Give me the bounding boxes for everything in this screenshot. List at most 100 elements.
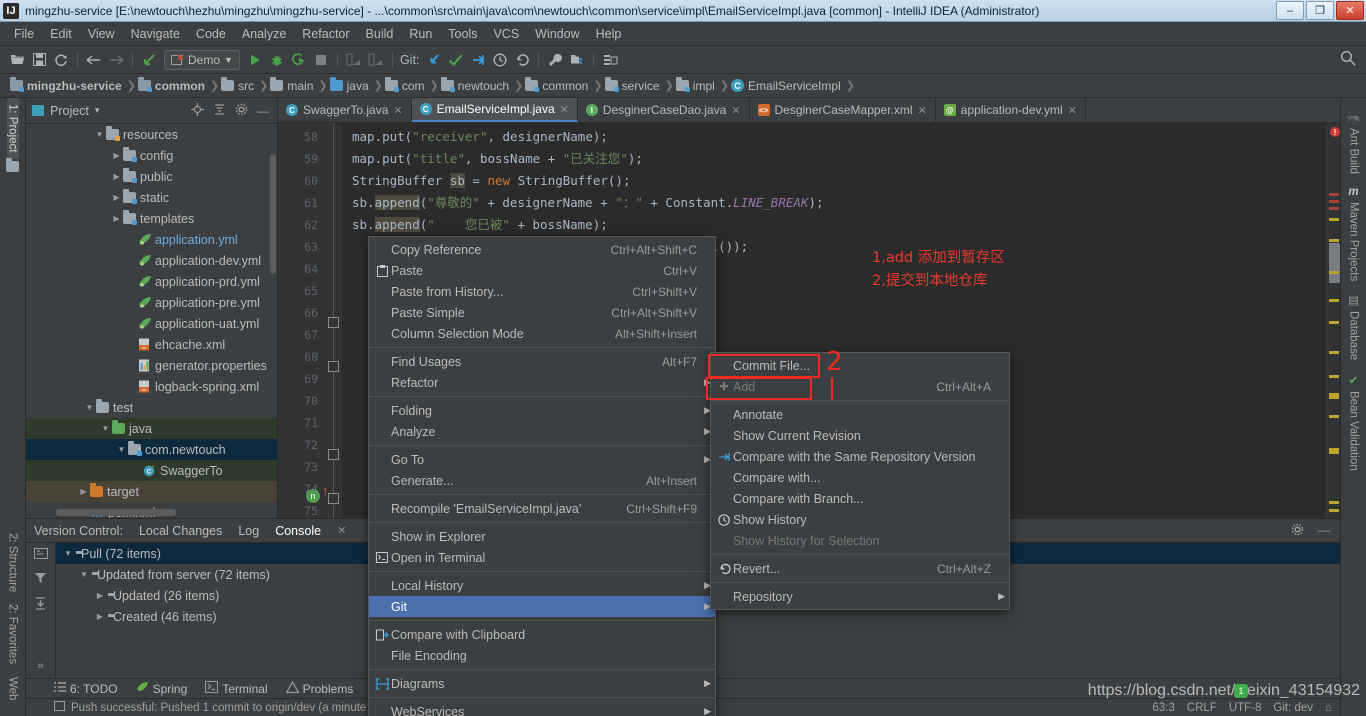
sdk-manager-icon[interactable] <box>599 49 621 71</box>
status-lock-widget[interactable]: ⌂ <box>1325 702 1332 714</box>
search-everywhere-icon[interactable] <box>1340 50 1356 69</box>
menu-help[interactable]: Help <box>588 25 630 43</box>
scroll-end-icon[interactable] <box>34 597 47 613</box>
breadcrumb-java[interactable]: java <box>328 77 374 93</box>
save-icon[interactable] <box>28 49 50 71</box>
rollback-icon[interactable] <box>511 49 533 71</box>
expand-arrow-icon[interactable]: ▶ <box>111 193 122 202</box>
caret-position[interactable]: 63:3 <box>1152 702 1174 714</box>
minimize-button[interactable]: – <box>1276 1 1304 20</box>
breadcrumb-module-mingzhu-service[interactable]: mingzhu-service <box>8 77 127 93</box>
menu-item-recompile[interactable]: Recompile 'EmailServiceImpl.java' Ctrl+S… <box>369 498 715 519</box>
tree-item-application-pre-yml[interactable]: @ application-pre.yml <box>26 292 277 313</box>
collapse-all-icon[interactable] <box>211 103 227 119</box>
fold-marker-icon[interactable] <box>328 493 339 504</box>
menu-item-folding[interactable]: Folding ▶ <box>369 400 715 421</box>
fold-marker-icon[interactable] <box>328 317 339 328</box>
git-menu-show-history[interactable]: Show History <box>711 509 1009 530</box>
menu-item-paste[interactable]: Paste Ctrl+V <box>369 260 715 281</box>
collapse-arrow-icon[interactable]: ▼ <box>100 424 111 433</box>
menu-code[interactable]: Code <box>188 25 234 43</box>
menu-file[interactable]: File <box>6 25 42 43</box>
expand-arrow-icon[interactable]: ▶ <box>94 591 106 600</box>
breadcrumb-com[interactable]: com <box>383 77 430 93</box>
menu-refactor[interactable]: Refactor <box>294 25 357 43</box>
fold-marker-icon[interactable] <box>328 361 339 372</box>
stop-icon[interactable] <box>310 49 332 71</box>
project-structure-icon[interactable] <box>566 49 588 71</box>
tree-item-application-prd-yml[interactable]: @ application-prd.yml <box>26 271 277 292</box>
tab-desginercasedao-java[interactable]: I DesginerCaseDao.java ✕ <box>578 98 750 122</box>
git-menu-annotate[interactable]: Annotate <box>711 404 1009 425</box>
close-icon[interactable]: ✕ <box>393 104 402 117</box>
breadcrumb-main[interactable]: main <box>268 77 318 93</box>
sidebar-item-database[interactable]: ▤ Database <box>1348 287 1360 366</box>
menu-window[interactable]: Window <box>527 25 587 43</box>
editor-context-menu[interactable]: Copy Reference Ctrl+Alt+Shift+C Paste Ct… <box>368 236 716 716</box>
git-menu-commit-file[interactable]: Commit File... <box>711 355 1009 376</box>
menu-item-local-history[interactable]: Local History ▶ <box>369 575 715 596</box>
git-branch-widget[interactable]: Git: dev <box>1273 702 1313 714</box>
settings-wrench-icon[interactable] <box>544 49 566 71</box>
menu-item-go-to[interactable]: Go To ▶ <box>369 449 715 470</box>
expand-arrow-icon[interactable]: ▶ <box>111 151 122 160</box>
chevron-down-icon[interactable]: ▾ <box>95 105 100 116</box>
close-icon[interactable]: ✕ <box>560 103 569 116</box>
tree-item-java[interactable]: ▼ java <box>26 418 277 439</box>
tree-item-swaggerto[interactable]: C SwaggerTo <box>26 460 277 481</box>
menu-view[interactable]: View <box>80 25 123 43</box>
sidebar-item-web[interactable]: Web <box>7 671 19 706</box>
run-configuration-selector[interactable]: Demo ▼ <box>164 49 240 70</box>
collapse-arrow-icon[interactable]: ▼ <box>62 549 74 558</box>
close-icon[interactable]: ✕ <box>731 104 740 117</box>
toolwindow-spring[interactable]: Spring <box>136 681 187 696</box>
tree-item-application-uat-yml[interactable]: @ application-uat.yml <box>26 313 277 334</box>
back-icon[interactable] <box>83 49 105 71</box>
gear-icon[interactable] <box>1291 523 1304 539</box>
file-encoding[interactable]: UTF-8 <box>1229 702 1262 714</box>
fold-marker-icon[interactable] <box>328 449 339 460</box>
git-menu-revert[interactable]: Revert... Ctrl+Alt+Z <box>711 558 1009 579</box>
code-folding-gutter[interactable]: n ↑ <box>306 123 342 518</box>
tab-desginercasemapper-xml[interactable]: <> DesginerCaseMapper.xml ✕ <box>750 98 936 122</box>
tree-item-config[interactable]: ▶ config <box>26 145 277 166</box>
menu-run[interactable]: Run <box>401 25 440 43</box>
expand-arrow-icon[interactable]: ▶ <box>111 214 122 223</box>
sidebar-item-ant-build[interactable]: 🐜 Ant Build <box>1346 104 1360 180</box>
menu-item-open-in-terminal[interactable]: Open in Terminal <box>369 547 715 568</box>
update-project-icon[interactable] <box>423 49 445 71</box>
vc-tab-log[interactable]: Log <box>238 524 259 538</box>
editor-marker-bar[interactable]: ! <box>1326 123 1340 518</box>
expand-arrow-icon[interactable]: ▶ <box>94 612 106 621</box>
tab-swaggerto-java[interactable]: C SwaggerTo.java ✕ <box>278 98 412 122</box>
menu-item-copy-reference[interactable]: Copy Reference Ctrl+Alt+Shift+C <box>369 239 715 260</box>
menu-item-column-selection-mode[interactable]: Column Selection Mode Alt+Shift+Insert <box>369 323 715 344</box>
line-separator[interactable]: CRLF <box>1187 702 1217 714</box>
menu-vcs[interactable]: VCS <box>485 25 527 43</box>
menu-item-compare-with-clipboard[interactable]: Compare with Clipboard <box>369 624 715 645</box>
tree-item-resources[interactable]: ▼ resources <box>26 124 277 145</box>
sidebar-item-structure[interactable]: 2: Structure <box>7 527 19 598</box>
project-tree-hscrollbar[interactable] <box>56 509 176 516</box>
tree-item-test[interactable]: ▼ test <box>26 397 277 418</box>
expand-arrow-icon[interactable]: ▶ <box>111 172 122 181</box>
minimize-icon[interactable]: — <box>1318 523 1330 539</box>
toolwindow-terminal[interactable]: Terminal <box>205 681 268 696</box>
git-menu-compare-same-repository-version[interactable]: Compare with the Same Repository Version <box>711 446 1009 467</box>
run-icon[interactable] <box>244 49 266 71</box>
tree-item-public[interactable]: ▶ public <box>26 166 277 187</box>
breadcrumb-service[interactable]: service <box>603 77 665 93</box>
project-tree-scrollbar[interactable] <box>270 154 276 274</box>
open-folder-icon[interactable] <box>6 49 28 71</box>
profile2-icon[interactable] <box>365 49 387 71</box>
breadcrumb-common-pkg[interactable]: common <box>523 77 593 93</box>
tree-item-logback-spring-xml[interactable]: <> logback-spring.xml <box>26 376 277 397</box>
tree-item-static[interactable]: ▶ static <box>26 187 277 208</box>
open-console-icon[interactable] <box>33 547 48 562</box>
git-menu-show-current-revision[interactable]: Show Current Revision <box>711 425 1009 446</box>
collapse-arrow-icon[interactable]: ▼ <box>94 130 105 139</box>
close-icon[interactable]: ✕ <box>1068 104 1077 117</box>
gear-icon[interactable] <box>233 103 249 119</box>
menu-item-find-usages[interactable]: Find Usages Alt+F7 <box>369 351 715 372</box>
tree-item-target[interactable]: ▶ target <box>26 481 277 502</box>
